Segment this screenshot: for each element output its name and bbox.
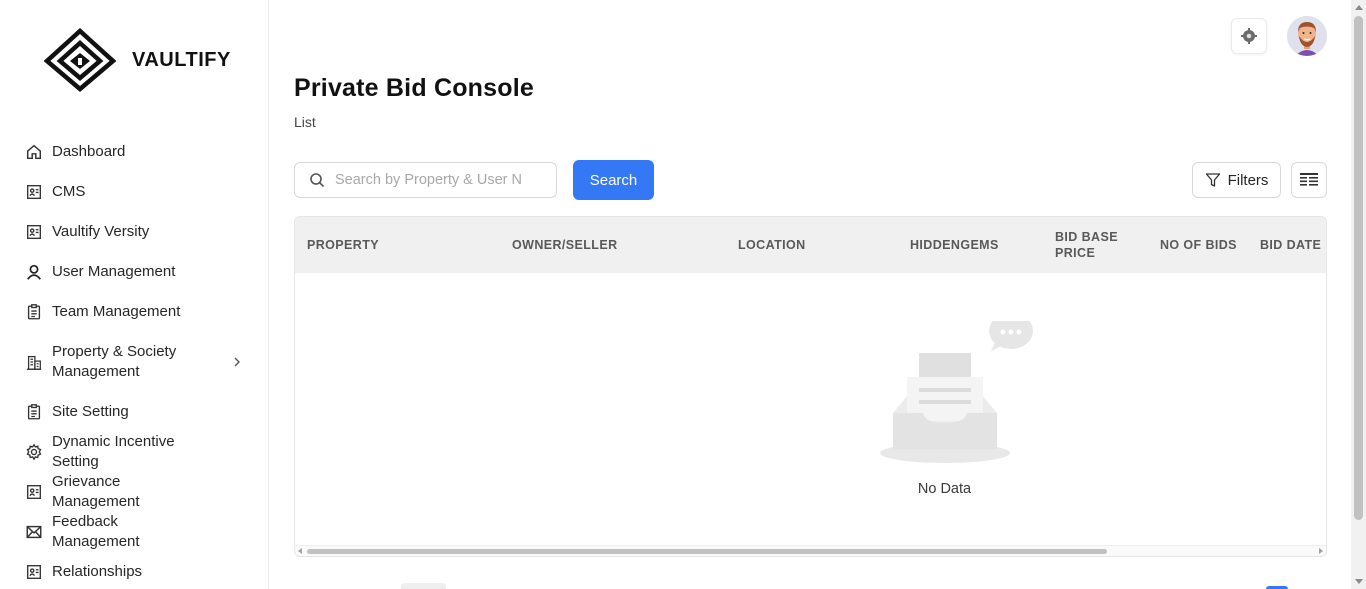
sidebar-item-grievance-management[interactable]: Grievance Management <box>0 472 268 512</box>
bids-table: PROPERTY OWNER/SELLER LOCATION HIDDENGEM… <box>294 216 1327 557</box>
sidebar-item-label: CMS <box>52 183 86 200</box>
brand-logo[interactable]: VAULTIFY <box>44 28 231 92</box>
filters-button[interactable]: Filters <box>1192 162 1281 198</box>
sidebar-item-cms[interactable]: CMS <box>0 172 268 212</box>
sidebar-item-feedback-management[interactable]: Feedback Management <box>0 512 268 552</box>
search-icon <box>310 173 325 188</box>
filters-label: Filters <box>1227 171 1269 189</box>
table-horizontal-scrollbar[interactable] <box>295 545 1326 556</box>
settings-button[interactable] <box>1231 18 1267 54</box>
gear-icon <box>1241 28 1257 44</box>
sidebar-item-dynamic-incentive-setting[interactable]: Dynamic Incentive Setting <box>0 432 268 472</box>
vaultify-logo-icon <box>44 28 116 92</box>
sidebar-item-label: User Management <box>52 263 176 280</box>
search-button[interactable]: Search <box>573 160 654 200</box>
sidebar-item-user-management[interactable]: User Management <box>0 252 268 292</box>
sidebar-item-relationships[interactable]: Relationships <box>0 552 268 589</box>
sidebar-item-label: Team Management <box>52 303 181 320</box>
home-icon <box>24 142 44 162</box>
columns-icon <box>1300 173 1318 186</box>
column-settings-button[interactable] <box>1291 162 1327 198</box>
brand-name: VAULTIFY <box>132 48 231 71</box>
column-header-owner-seller[interactable]: OWNER/SELLER <box>512 217 712 273</box>
empty-state-text: No Data <box>917 481 972 497</box>
user-avatar[interactable] <box>1287 16 1327 56</box>
scroll-up-arrow-icon[interactable] <box>1355 5 1363 10</box>
sidebar-item-vaultify-versity[interactable]: Vaultify Versity <box>0 212 268 252</box>
sidebar-item-team-management[interactable]: Team Management <box>0 292 268 332</box>
sidebar-item-label: Relationships <box>52 563 143 580</box>
scroll-right-arrow-icon[interactable] <box>1319 548 1323 554</box>
empty-inbox-icon <box>880 321 1033 463</box>
sidebar-item-label: Feedback Management <box>52 513 140 550</box>
column-header-bid-base-price[interactable]: BID BASE PRICE <box>1055 217 1135 273</box>
user-icon <box>24 262 44 282</box>
clipboard-icon <box>24 402 44 422</box>
building-icon <box>24 352 44 372</box>
id-card-icon <box>24 562 44 582</box>
scroll-left-arrow-icon[interactable] <box>298 548 302 554</box>
sidebar-item-label: Property & Society Management <box>52 343 177 380</box>
search-field[interactable] <box>294 162 557 198</box>
id-card-icon <box>24 222 44 242</box>
column-header-location[interactable]: LOCATION <box>738 217 888 273</box>
sidebar-item-label: Dashboard <box>52 143 126 160</box>
sidebar-item-property-society-management[interactable]: Property & Society Management <box>0 332 268 392</box>
column-header-bid-date[interactable]: BID DATE <box>1260 217 1326 273</box>
pagination-size-select[interactable] <box>401 583 446 589</box>
column-header-no-of-bids[interactable]: NO OF BIDS <box>1160 217 1250 273</box>
column-header-hiddengems[interactable]: HIDDENGEMS <box>910 217 1040 273</box>
app-root: VAULTIFY Dashboard CMS Vaultify Versity <box>0 0 1366 589</box>
page-vertical-scrollbar[interactable] <box>1351 0 1366 589</box>
scrollbar-thumb[interactable] <box>307 549 1107 554</box>
sidebar: VAULTIFY Dashboard CMS Vaultify Versity <box>0 0 269 589</box>
sidebar-item-site-setting[interactable]: Site Setting <box>0 392 268 432</box>
chevron-right-icon <box>234 357 240 367</box>
id-card-icon <box>24 182 44 202</box>
page-subtitle: List <box>294 114 316 130</box>
sidebar-item-label: Site Setting <box>52 403 129 420</box>
empty-state: No Data <box>295 273 1326 543</box>
table-header: PROPERTY OWNER/SELLER LOCATION HIDDENGEM… <box>295 217 1326 273</box>
page-title: Private Bid Console <box>294 74 534 102</box>
sidebar-item-label: Dynamic Incentive Setting <box>52 433 175 470</box>
avatar-icon <box>1287 16 1327 56</box>
column-header-property[interactable]: PROPERTY <box>307 217 497 273</box>
sidebar-item-label: Grievance Management <box>52 473 140 510</box>
scrollbar-thumb[interactable] <box>1354 16 1363 520</box>
sidebar-item-dashboard[interactable]: Dashboard <box>0 132 268 172</box>
gear-icon <box>24 442 44 462</box>
search-input[interactable] <box>335 172 535 188</box>
scroll-down-arrow-icon[interactable] <box>1355 579 1363 584</box>
filter-icon <box>1205 173 1220 187</box>
mail-icon <box>24 522 44 542</box>
sidebar-nav: Dashboard CMS Vaultify Versity User Mana… <box>0 132 268 589</box>
id-card-icon <box>24 482 44 502</box>
clipboard-icon <box>24 302 44 322</box>
sidebar-item-label: Vaultify Versity <box>52 223 150 240</box>
